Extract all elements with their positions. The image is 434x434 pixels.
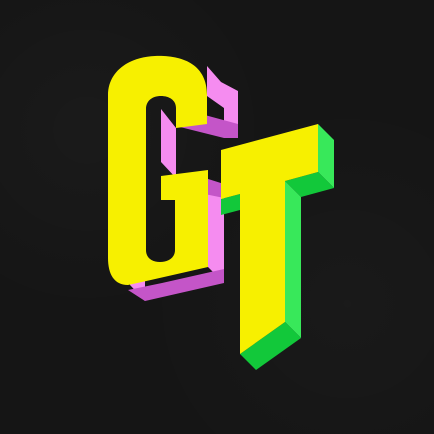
g-depth-opening xyxy=(161,109,176,178)
app-icon-canvas xyxy=(0,0,434,434)
t-letter-face xyxy=(221,124,318,354)
g-letter-face xyxy=(108,55,208,285)
gt-logo-icon xyxy=(108,55,334,370)
t-depth-stem-right xyxy=(285,181,301,338)
